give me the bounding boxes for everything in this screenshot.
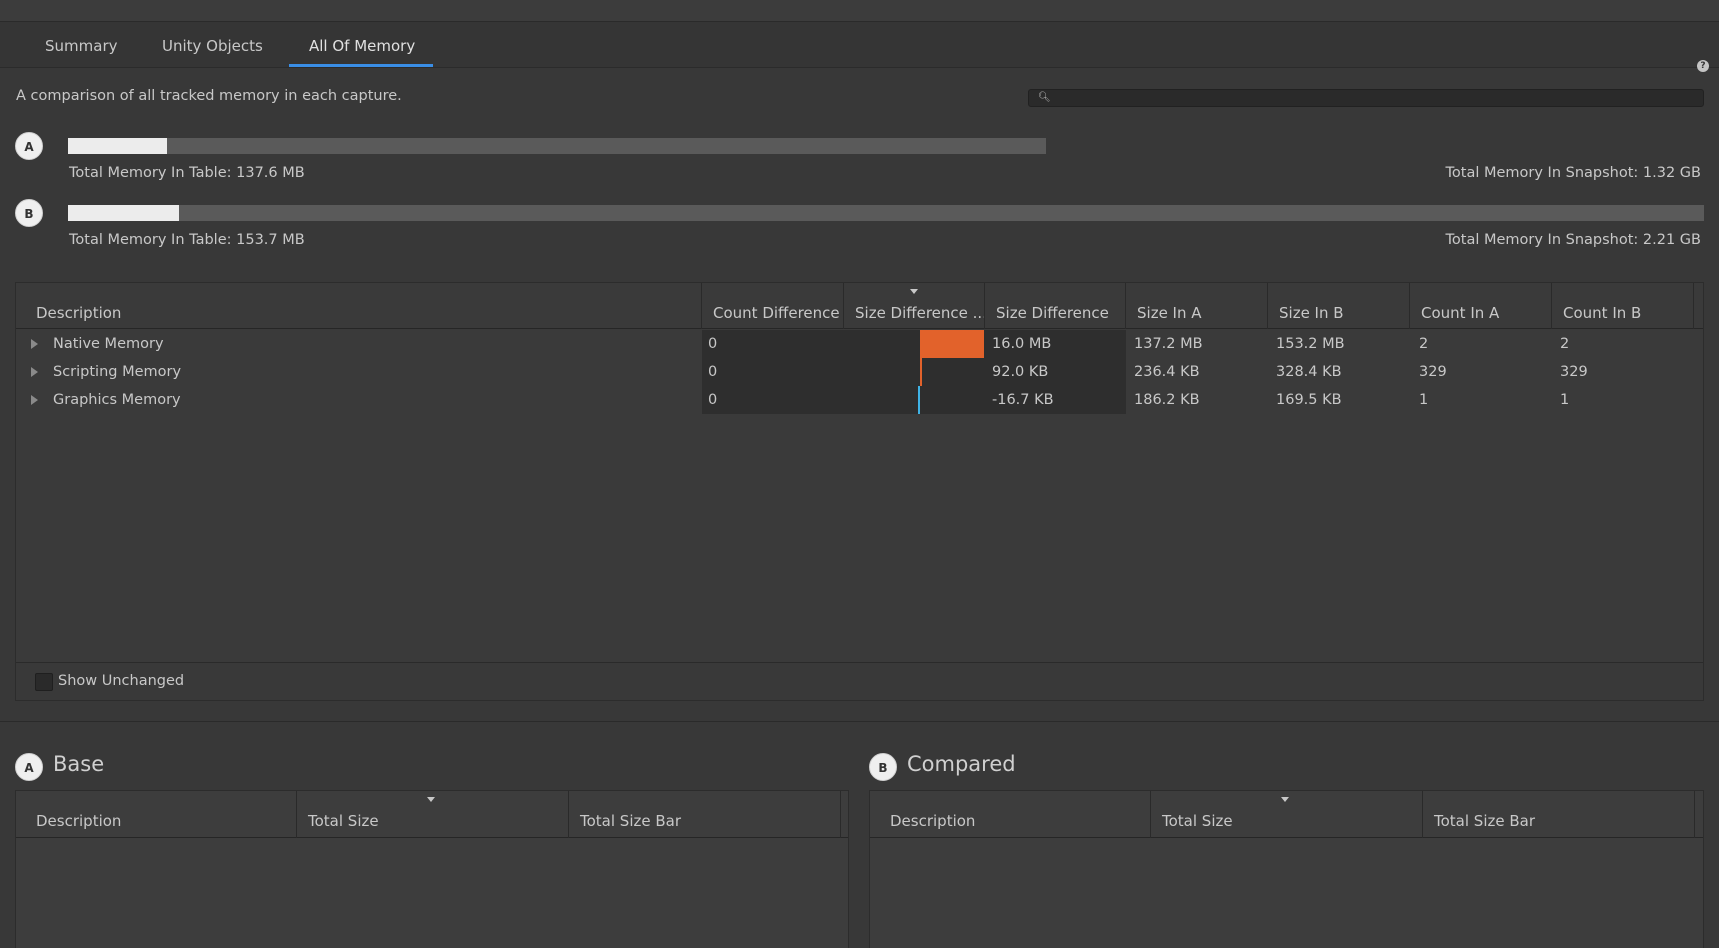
compared-badge: B	[869, 753, 897, 781]
page-description: A comparison of all tracked memory in ea…	[16, 88, 402, 104]
row-size-difference: -16.7 KB	[992, 392, 1054, 408]
base-column-description[interactable]: Description	[16, 791, 297, 838]
window-top-strip	[0, 0, 1719, 22]
row-count-difference: 0	[708, 364, 718, 380]
row-size-in-b: 328.4 KB	[1276, 364, 1342, 380]
row-size-in-a: 186.2 KB	[1134, 392, 1200, 408]
expand-arrow-icon[interactable]	[31, 395, 38, 405]
compared-table: Description Total Size Total Size Bar	[869, 790, 1704, 948]
row-count-difference: 0	[708, 392, 718, 408]
row-count-difference: 0	[708, 336, 718, 352]
column-header-description[interactable]: Description	[16, 283, 702, 329]
comparison-table: Description Count Difference Size Differ…	[15, 282, 1704, 701]
capture-b-snapshot-total: Total Memory In Snapshot: 2.21 GB	[1445, 232, 1702, 248]
search-icon: 🔍︎	[1038, 92, 1051, 103]
capture-a-memory-bar-fill	[68, 138, 167, 154]
sort-descending-icon	[910, 289, 918, 294]
tab-all-of-memory[interactable]: All Of Memory	[309, 22, 415, 68]
capture-a-table-total: Total Memory In Table: 137.6 MB	[69, 165, 305, 181]
column-header-size-difference[interactable]: Size Difference	[985, 283, 1126, 329]
sort-descending-icon	[427, 797, 435, 802]
row-description: Native Memory	[53, 336, 164, 352]
compared-column-total-size[interactable]: Total Size	[1151, 791, 1423, 838]
size-difference-bar	[920, 330, 984, 358]
panel-splitter[interactable]	[0, 721, 1719, 722]
compared-column-description[interactable]: Description	[870, 791, 1151, 838]
row-count-in-a: 2	[1419, 336, 1429, 352]
capture-b-memory-bar	[68, 205, 1704, 221]
row-size-in-b: 169.5 KB	[1276, 392, 1342, 408]
show-unchanged-label[interactable]: Show Unchanged	[58, 673, 184, 689]
capture-a-badge: A	[15, 132, 43, 160]
row-size-difference: 16.0 MB	[992, 336, 1052, 352]
row-count-in-b: 1	[1560, 392, 1570, 408]
base-badge: A	[15, 753, 43, 781]
base-table: Description Total Size Total Size Bar	[15, 790, 849, 948]
size-difference-bar	[918, 386, 920, 414]
row-count-in-a: 1	[1419, 392, 1429, 408]
base-title: Base	[53, 752, 105, 776]
sort-descending-icon	[1281, 797, 1289, 802]
capture-a-memory-bar	[68, 138, 1046, 154]
row-description: Graphics Memory	[53, 392, 181, 408]
expand-arrow-icon[interactable]	[31, 339, 38, 349]
row-count-in-b: 2	[1560, 336, 1570, 352]
row-description: Scripting Memory	[53, 364, 182, 380]
show-unchanged-checkbox[interactable]	[35, 673, 53, 691]
search-input[interactable]: 🔍︎	[1028, 89, 1704, 107]
row-size-difference: 92.0 KB	[992, 364, 1049, 380]
column-header-size-in-b[interactable]: Size In B	[1268, 283, 1410, 329]
capture-b-table-total: Total Memory In Table: 153.7 MB	[69, 232, 305, 248]
column-header-count-in-a[interactable]: Count In A	[1410, 283, 1552, 329]
compared-table-header: Description Total Size Total Size Bar	[870, 791, 1703, 838]
comparison-table-header: Description Count Difference Size Differ…	[16, 283, 1703, 329]
row-count-in-b: 329	[1560, 364, 1588, 380]
base-column-total-size[interactable]: Total Size	[297, 791, 569, 838]
size-difference-bar	[920, 358, 922, 386]
table-row[interactable]: Graphics Memory 0 -16.7 KB 186.2 KB 169.…	[16, 386, 1703, 414]
active-tab-indicator	[289, 64, 433, 67]
column-header-count-difference[interactable]: Count Difference	[702, 283, 844, 329]
table-footer: Show Unchanged	[16, 662, 1703, 700]
capture-b-badge: B	[15, 199, 43, 227]
tab-bar: Summary Unity Objects All Of Memory ?	[0, 22, 1719, 72]
row-size-in-b: 153.2 MB	[1276, 336, 1345, 352]
help-icon[interactable]: ?	[1697, 60, 1709, 72]
base-column-total-size-bar[interactable]: Total Size Bar	[569, 791, 841, 838]
compared-column-total-size-bar[interactable]: Total Size Bar	[1423, 791, 1695, 838]
row-count-in-a: 329	[1419, 364, 1447, 380]
capture-a-snapshot-total: Total Memory In Snapshot: 1.32 GB	[1445, 165, 1702, 181]
table-row[interactable]: Native Memory 0 16.0 MB 137.2 MB 153.2 M…	[16, 330, 1703, 358]
base-table-header: Description Total Size Total Size Bar	[16, 791, 848, 838]
tab-summary[interactable]: Summary	[45, 22, 118, 68]
row-size-in-a: 236.4 KB	[1134, 364, 1200, 380]
column-header-size-difference-bar[interactable]: Size Difference ...	[844, 283, 985, 329]
tab-unity-objects[interactable]: Unity Objects	[162, 22, 263, 68]
expand-arrow-icon[interactable]	[31, 367, 38, 377]
row-size-in-a: 137.2 MB	[1134, 336, 1203, 352]
compared-title: Compared	[907, 752, 1016, 776]
column-header-size-in-a[interactable]: Size In A	[1126, 283, 1268, 329]
capture-b-memory-bar-fill	[68, 205, 179, 221]
table-row[interactable]: Scripting Memory 0 92.0 KB 236.4 KB 328.…	[16, 358, 1703, 386]
column-header-count-in-b[interactable]: Count In B	[1552, 283, 1694, 329]
